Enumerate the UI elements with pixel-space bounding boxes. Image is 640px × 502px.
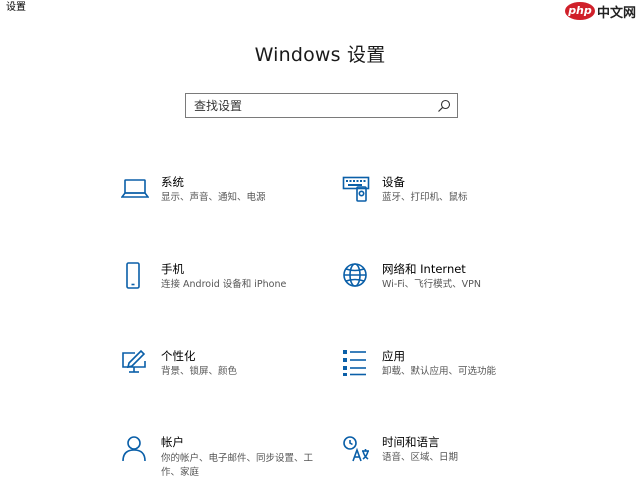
pen-monitor-icon — [122, 349, 146, 373]
tile-phone[interactable]: 手机 连接 Android 设备和 iPhone — [121, 262, 321, 306]
tile-network[interactable]: 网络和 Internet Wi-Fi、飞行模式、VPN — [342, 262, 542, 306]
search-box[interactable] — [185, 93, 458, 118]
globe-icon — [343, 263, 367, 287]
tile-description: 你的帐户、电子邮件、同步设置、工作、家庭 — [161, 453, 314, 478]
tile-label: 应用 — [382, 349, 405, 363]
person-icon — [122, 436, 146, 462]
tile-description: 连接 Android 设备和 iPhone — [161, 279, 287, 290]
tile-description: 背景、锁屏、颜色 — [161, 366, 238, 377]
tile-label: 个性化 — [161, 349, 196, 363]
tile-apps[interactable]: 应用 卸载、默认应用、可选功能 — [342, 349, 542, 393]
tile-description: 蓝牙、打印机、鼠标 — [382, 192, 468, 203]
tile-time-language[interactable]: 时间和语言 语音、区域、日期 — [342, 435, 542, 479]
tile-description: 卸载、默认应用、可选功能 — [382, 366, 497, 377]
tile-description: 显示、声音、通知、电源 — [161, 192, 266, 203]
tile-label: 系统 — [161, 175, 184, 189]
tile-system[interactable]: 系统 显示、声音、通知、电源 — [121, 175, 321, 219]
watermark-php: php — [564, 2, 595, 20]
laptop-icon — [121, 179, 149, 198]
tile-accounts[interactable]: 帐户 你的帐户、电子邮件、同步设置、工作、家庭 — [121, 435, 321, 479]
search-icon[interactable] — [437, 99, 451, 113]
tile-label: 网络和 Internet — [382, 262, 466, 276]
tile-label: 手机 — [161, 262, 184, 276]
tile-description: 语音、区域、日期 — [382, 452, 459, 463]
time-language-icon — [343, 436, 369, 462]
phone-icon — [126, 262, 140, 289]
tile-label: 设备 — [382, 175, 405, 189]
apps-list-icon — [343, 350, 366, 376]
tile-personalization[interactable]: 个性化 背景、锁屏、颜色 — [121, 349, 321, 393]
search-input[interactable] — [186, 98, 424, 113]
watermark-site: 中文网 — [596, 5, 636, 21]
settings-window: 设置 php 中文网 Windows 设置 系统 显示、声音、通知、电源 — [0, 0, 640, 502]
tile-devices[interactable]: 设备 蓝牙、打印机、鼠标 — [342, 175, 542, 219]
tile-label: 时间和语言 — [382, 435, 440, 449]
tile-label: 帐户 — [161, 435, 184, 449]
page-title: Windows 设置 — [254, 44, 386, 66]
watermark-logo: php 中文网 — [564, 0, 636, 22]
tile-description: Wi-Fi、飞行模式、VPN — [382, 279, 481, 290]
keyboard-devices-icon — [342, 176, 370, 202]
window-title: 设置 — [6, 2, 26, 13]
